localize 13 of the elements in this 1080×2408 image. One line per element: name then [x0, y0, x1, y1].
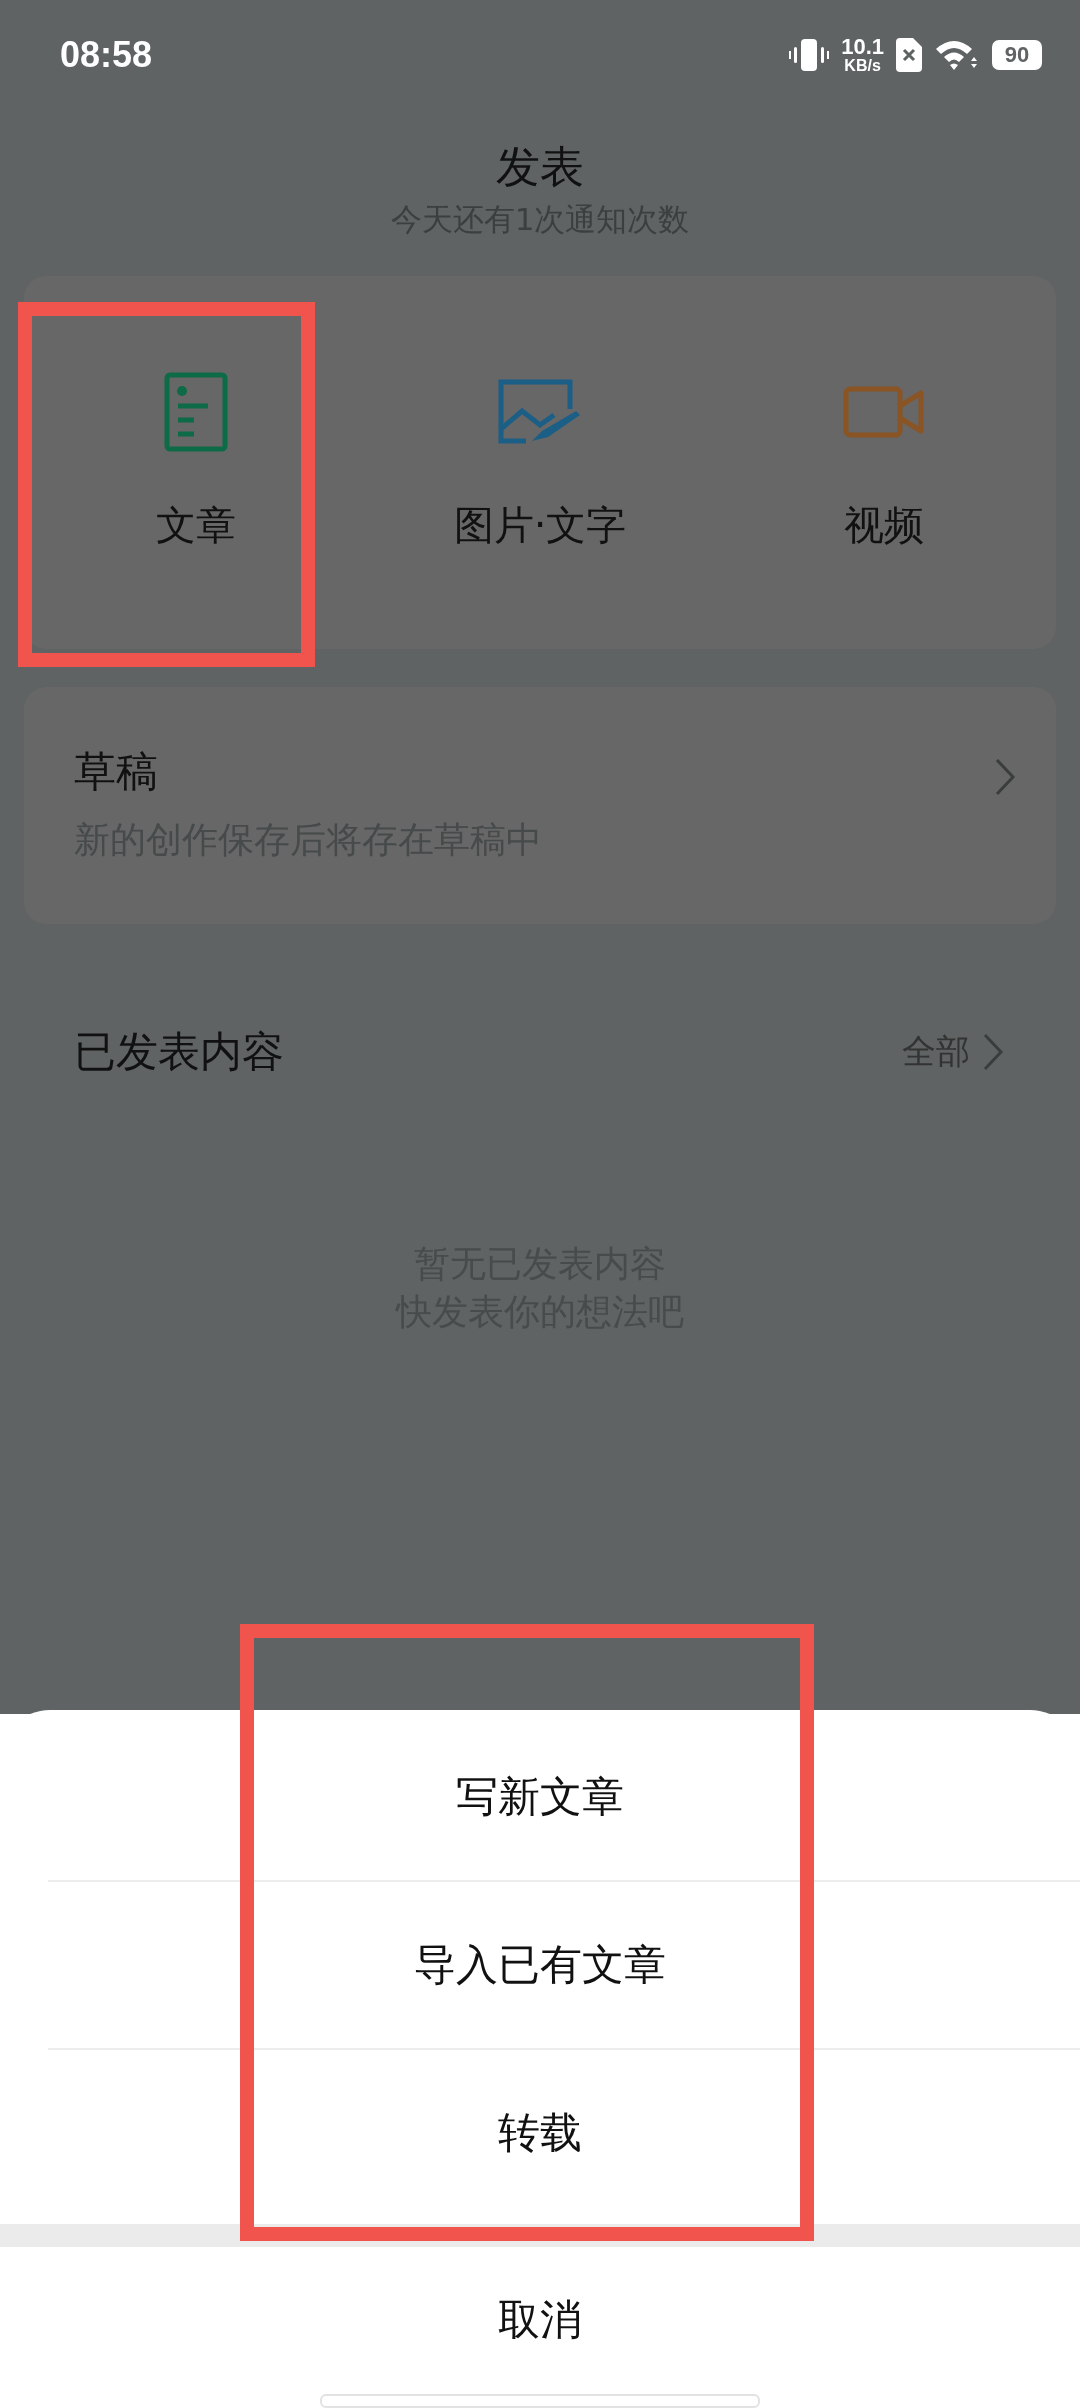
network-speed-unit: KB/s: [844, 58, 881, 74]
section-title: 已发表内容: [74, 1026, 284, 1078]
chevron-right-icon: [982, 1032, 1004, 1072]
post-type-option[interactable]: 图片·文字: [368, 276, 712, 649]
post-type-option[interactable]: 文章: [24, 276, 368, 649]
network-speed-value: 10.1: [841, 36, 884, 58]
clock-time: 08:58: [60, 34, 153, 76]
sim-icon: [896, 38, 922, 72]
chevron-right-icon: [994, 757, 1016, 797]
page-title: 发表: [496, 140, 584, 194]
drafts-title: 草稿: [74, 745, 159, 798]
battery-level: 90: [1004, 42, 1030, 68]
post-type-option[interactable]: 视频: [712, 276, 1056, 649]
